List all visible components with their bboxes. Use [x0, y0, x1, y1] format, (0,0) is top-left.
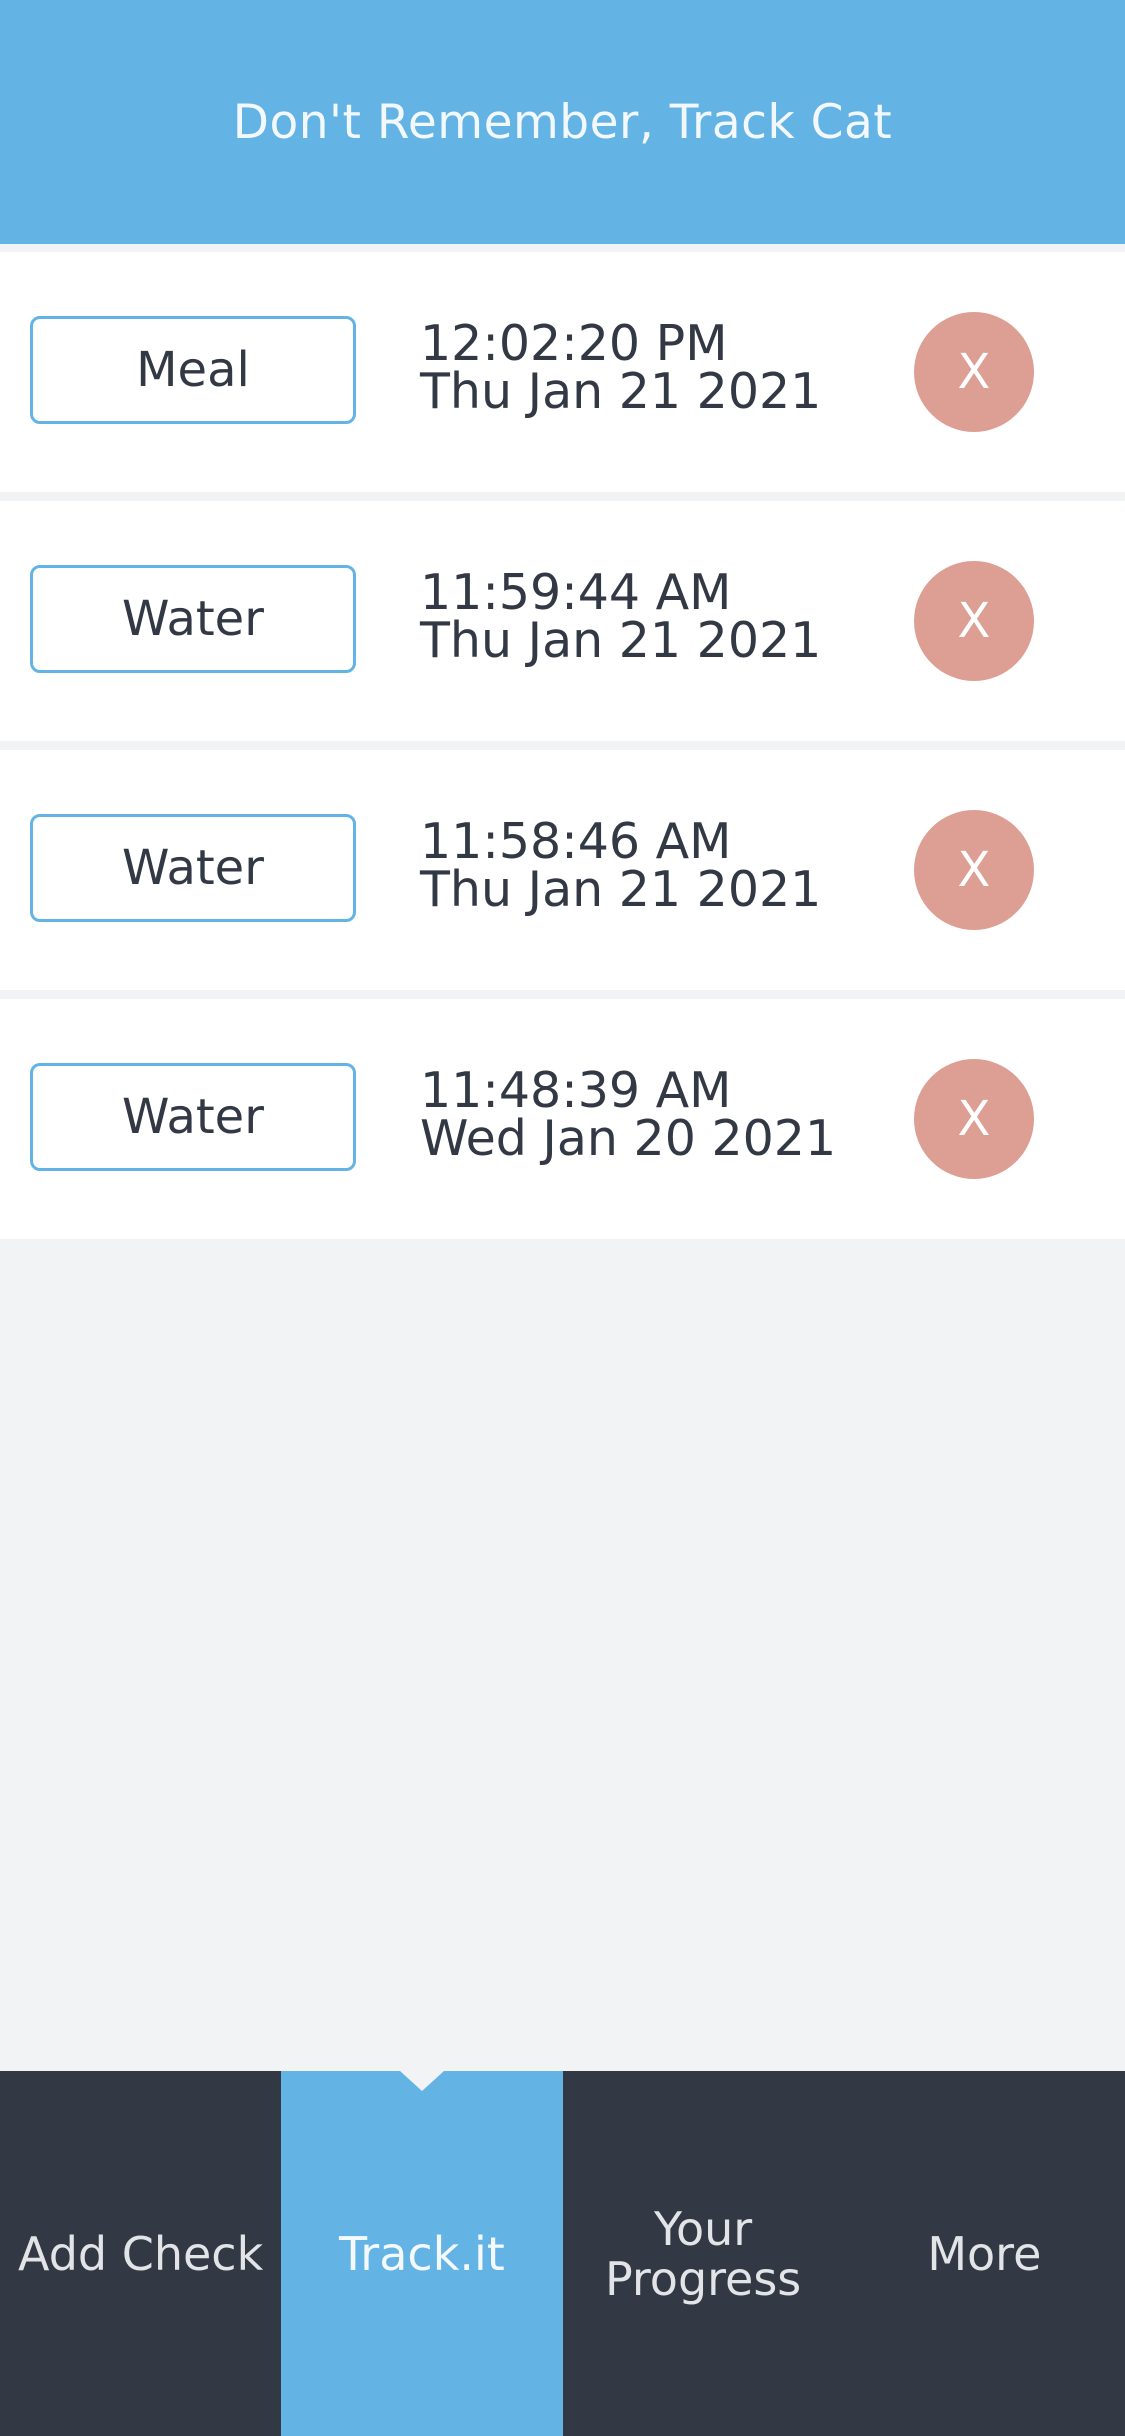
- entry-type-button[interactable]: Water: [30, 1063, 356, 1171]
- entry-time: 11:48:39 AM: [420, 1062, 732, 1119]
- delete-entry-button[interactable]: X: [914, 561, 1034, 681]
- tab-your-progress[interactable]: Your Progress: [563, 2071, 844, 2436]
- tab-add-check[interactable]: Add Check: [0, 2071, 281, 2436]
- entry-type-button[interactable]: Meal: [30, 316, 356, 424]
- delete-entry-button[interactable]: X: [914, 810, 1034, 930]
- entry-time: 11:59:44 AM: [420, 564, 732, 621]
- entry-date: Wed Jan 20 2021: [420, 1110, 837, 1167]
- list-item: Water 11:48:39 AM Wed Jan 20 2021 X: [0, 999, 1125, 1239]
- list-item: Water 11:58:46 AM Thu Jan 21 2021 X: [0, 750, 1125, 990]
- entry-list: Meal 12:02:20 PM Thu Jan 21 2021 X Water…: [0, 252, 1125, 1248]
- list-item: Meal 12:02:20 PM Thu Jan 21 2021 X: [0, 252, 1125, 492]
- entry-time: 11:58:46 AM: [420, 813, 732, 870]
- entry-type-button[interactable]: Water: [30, 814, 356, 922]
- tab-more[interactable]: More: [844, 2071, 1125, 2436]
- entry-timestamp: 11:59:44 AM Thu Jan 21 2021: [420, 564, 822, 669]
- entry-timestamp: 11:58:46 AM Thu Jan 21 2021: [420, 813, 822, 918]
- entry-date: Thu Jan 21 2021: [420, 363, 822, 420]
- entry-date: Thu Jan 21 2021: [420, 861, 822, 918]
- entry-time: 12:02:20 PM: [420, 315, 728, 372]
- entry-timestamp: 12:02:20 PM Thu Jan 21 2021: [420, 315, 822, 420]
- entry-date: Thu Jan 21 2021: [420, 612, 822, 669]
- delete-entry-button[interactable]: X: [914, 312, 1034, 432]
- delete-entry-button[interactable]: X: [914, 1059, 1034, 1179]
- bottom-tab-bar: Add Check Track.it Your Progress More: [0, 2071, 1125, 2436]
- entry-type-button[interactable]: Water: [30, 565, 356, 673]
- tab-track-it[interactable]: Track.it: [281, 2071, 563, 2436]
- entry-timestamp: 11:48:39 AM Wed Jan 20 2021: [420, 1062, 837, 1167]
- app-header: Don't Remember, Track Cat: [0, 0, 1125, 244]
- list-item: Water 11:59:44 AM Thu Jan 21 2021 X: [0, 501, 1125, 741]
- page-title: Don't Remember, Track Cat: [232, 94, 893, 150]
